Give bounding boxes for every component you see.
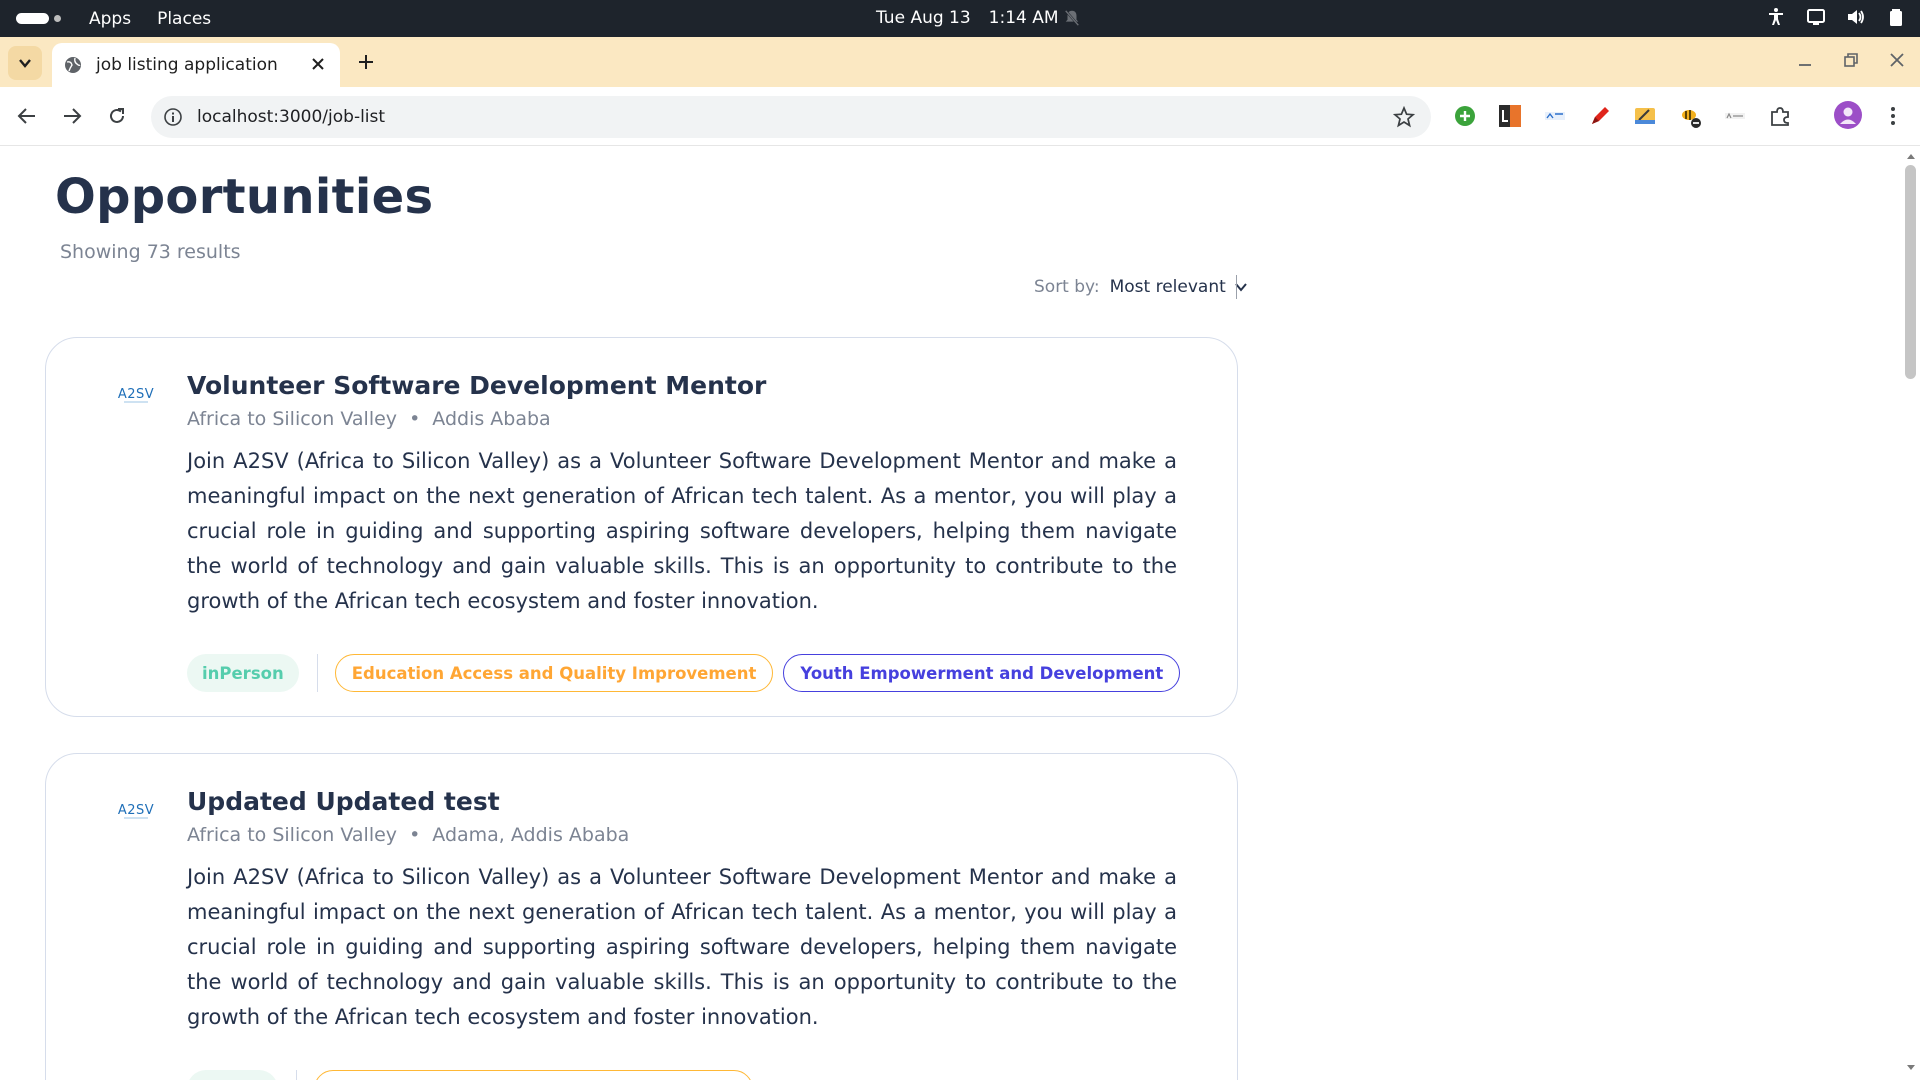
system-top-bar: Apps Places Tue Aug 13 1:14 AM (0, 0, 1920, 37)
accessibility-icon[interactable] (1766, 7, 1786, 27)
tab-strip: job listing application (0, 37, 1920, 87)
job-description: Join A2SV (Africa to Silicon Valley) as … (187, 449, 1177, 613)
job-location: Addis Ababa (432, 408, 551, 430)
apps-menu[interactable]: Apps (89, 9, 131, 29)
new-tab-icon[interactable] (356, 52, 376, 72)
close-window-icon[interactable] (1888, 51, 1906, 69)
sort-select[interactable]: Most relevant (1110, 277, 1226, 297)
tab-title: job listing application (96, 55, 278, 75)
job-tags: virtual Education Access and Quality Imp… (187, 1070, 753, 1080)
address-bar[interactable]: localhost:3000/job-list (151, 96, 1431, 138)
op-type-tag: virtual (187, 1070, 278, 1080)
active-tab[interactable]: job listing application (52, 43, 340, 87)
extension-editor-icon[interactable] (1633, 104, 1657, 128)
system-tray (1766, 7, 1906, 27)
back-arrow-icon[interactable] (16, 105, 38, 127)
forward-arrow-icon[interactable] (61, 105, 83, 127)
svg-text:A2SV: A2SV (118, 387, 154, 402)
places-menu[interactable]: Places (157, 9, 211, 29)
battery-icon[interactable] (1886, 7, 1906, 27)
screen-icon[interactable] (1806, 7, 1826, 27)
job-meta: Africa to Silicon Valley • Adama, Addis … (187, 824, 629, 846)
job-location: Adama, Addis Ababa (432, 824, 630, 846)
minimize-icon[interactable] (1796, 51, 1814, 69)
workspace-dot (54, 15, 61, 22)
extensions-puzzle-icon[interactable] (1768, 104, 1792, 128)
job-card[interactable]: A2SV Volunteer Software Development Ment… (45, 337, 1238, 717)
reload-icon[interactable] (106, 105, 128, 127)
sort-control[interactable]: Sort by: Most relevant (1034, 275, 1248, 299)
results-count: Showing 73 results (60, 241, 241, 263)
job-tags: inPerson Education Access and Quality Im… (187, 654, 1181, 692)
job-title[interactable]: Updated Updated test (187, 787, 500, 816)
profile-icon (1840, 107, 1856, 124)
clock-date: Tue Aug 13 (876, 8, 971, 28)
extension-add-icon[interactable] (1453, 104, 1477, 128)
globe-icon (65, 57, 81, 73)
activities-indicator (16, 13, 49, 24)
company-logo: A2SV (118, 803, 154, 819)
extension-lt-icon[interactable] (1498, 104, 1522, 128)
tab-search-button[interactable] (8, 46, 42, 80)
category-tag: Youth Empowerment and Development (783, 654, 1181, 692)
company-name: Africa to Silicon Valley (187, 408, 398, 430)
page-title: Opportunities (55, 169, 434, 225)
extension-a2sv-icon[interactable] (1543, 104, 1567, 128)
job-description: Join A2SV (Africa to Silicon Valley) as … (187, 865, 1177, 1029)
url-text[interactable]: localhost:3000/job-list (197, 107, 385, 127)
svg-text:A2SV: A2SV (118, 803, 154, 818)
scrollbar[interactable] (1902, 147, 1920, 1080)
activities-button[interactable] (16, 13, 62, 25)
tag-divider (316, 654, 318, 692)
tag-divider (295, 1070, 297, 1080)
clock-time: 1:14 AM (988, 8, 1059, 28)
site-info-icon[interactable] (163, 107, 183, 127)
page-content: Opportunities Showing 73 results Sort by… (0, 147, 1920, 1080)
menu-dots-icon[interactable] (1882, 104, 1904, 128)
category-tag: Education Access and Quality Improvement (334, 654, 774, 692)
extension-pen-icon[interactable] (1588, 104, 1612, 128)
company-logo: A2SV (118, 387, 154, 403)
op-type-tag: inPerson (187, 654, 299, 692)
volume-icon[interactable] (1846, 7, 1866, 27)
chevron-down-icon (19, 59, 31, 68)
browser-toolbar: localhost:3000/job-list (0, 87, 1920, 146)
sort-divider (1236, 275, 1237, 299)
clock[interactable]: Tue Aug 13 1:14 AM (876, 8, 1059, 28)
extension-a2sv-grey-icon[interactable] (1723, 104, 1747, 128)
window-controls (1796, 51, 1906, 69)
profile-avatar[interactable] (1834, 101, 1862, 129)
notifications-muted-icon (1064, 10, 1080, 26)
scrollbar-thumb[interactable] (1905, 165, 1916, 379)
job-title[interactable]: Volunteer Software Development Mentor (187, 371, 766, 400)
extension-bee-icon[interactable] (1678, 104, 1702, 128)
meta-separator: • (409, 824, 421, 846)
company-name: Africa to Silicon Valley (187, 824, 398, 846)
bookmark-star-icon[interactable] (1393, 106, 1415, 128)
category-tag: Education Access and Quality Improvement (313, 1070, 753, 1080)
scroll-down-arrow-icon[interactable] (1906, 1064, 1916, 1072)
meta-separator: • (409, 408, 421, 430)
maximize-icon[interactable] (1842, 51, 1860, 69)
scroll-up-arrow-icon[interactable] (1906, 152, 1916, 160)
job-meta: Africa to Silicon Valley • Addis Ababa (187, 408, 551, 430)
close-icon[interactable] (310, 56, 326, 72)
job-card[interactable]: A2SV Updated Updated test Africa to Sili… (45, 753, 1238, 1080)
sort-label: Sort by: (1034, 277, 1100, 297)
